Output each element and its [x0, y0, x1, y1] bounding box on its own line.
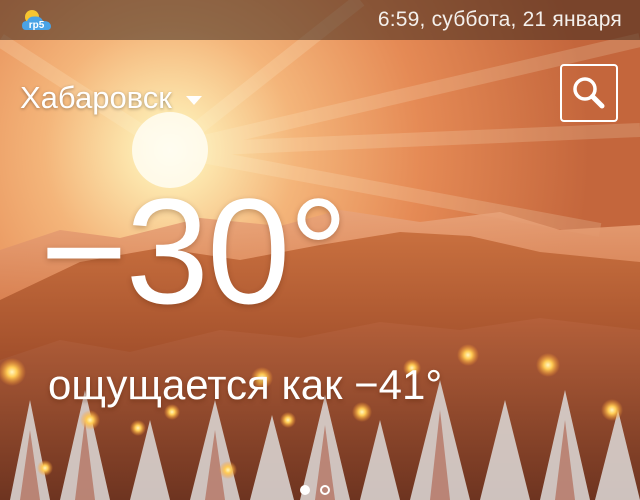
- city-selector[interactable]: Хабаровск: [20, 78, 202, 118]
- city-name: Хабаровск: [20, 80, 172, 115]
- magnifier-icon: [573, 77, 605, 109]
- feels-like-temperature: ощущается как −41°: [48, 361, 443, 408]
- current-temperature: −30°: [40, 167, 348, 335]
- weather-screen: rp5 6:59, суббота, 21 января Хабаровск −…: [0, 0, 640, 500]
- status-bar: rp5 6:59, суббота, 21 января: [0, 0, 640, 40]
- page-dot-inactive[interactable]: [320, 485, 330, 495]
- status-datetime: 6:59, суббота, 21 января: [377, 8, 622, 31]
- rp5-logo-text: rp5: [29, 20, 45, 31]
- page-dot-active[interactable]: [300, 485, 310, 495]
- triangle-down-icon: [185, 95, 202, 105]
- rp5-logo-icon: rp5: [22, 10, 51, 31]
- search-button[interactable]: [560, 64, 618, 122]
- page-indicator: [300, 485, 330, 495]
